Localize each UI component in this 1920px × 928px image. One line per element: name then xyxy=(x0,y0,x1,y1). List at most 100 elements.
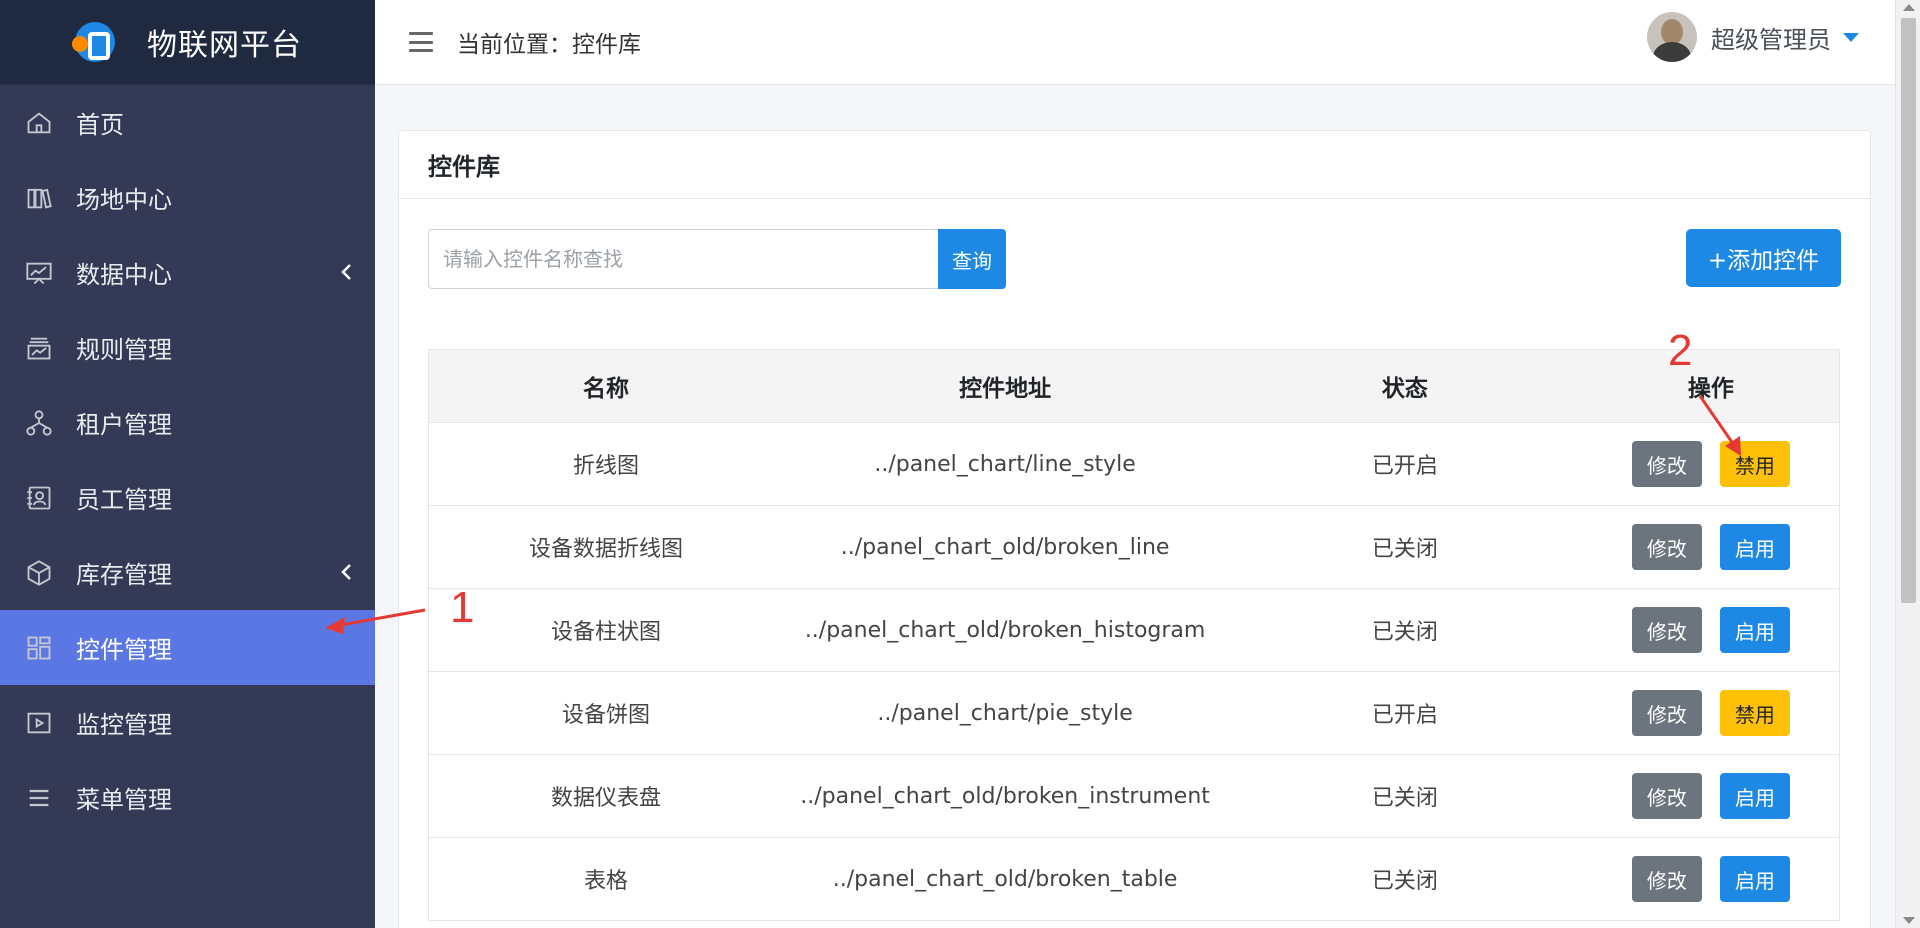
widget-address: ../panel_chart/pie_style xyxy=(783,671,1228,755)
sidebar-nav: 首页 场地中心 数据中心 规则管理 租户管理 员工管理 库存管理 控件管理 监控… xyxy=(0,85,375,835)
widget-status: 已关闭 xyxy=(1227,588,1583,672)
card-header: 控件库 xyxy=(399,131,1870,199)
row-actions: 修改 启用 xyxy=(1582,754,1840,838)
table-row: 表格 ../panel_chart_old/broken_table 已关闭 修… xyxy=(428,837,1840,921)
search-input[interactable] xyxy=(428,229,938,289)
edit-button[interactable]: 修改 xyxy=(1631,524,1702,570)
user-menu[interactable]: 超级管理员 xyxy=(1647,12,1859,62)
books-icon xyxy=(24,183,54,213)
card-title: 控件库 xyxy=(428,153,500,181)
play-box-icon xyxy=(24,708,54,738)
widget-name: 数据仪表盘 xyxy=(428,754,784,838)
enable-button[interactable]: 启用 xyxy=(1719,856,1790,902)
annotation-marker-2: 2 xyxy=(1668,326,1693,375)
sidebar-item-venue[interactable]: 场地中心 xyxy=(0,160,375,235)
caret-down-icon xyxy=(1843,32,1859,42)
table-row: 设备饼图 ../panel_chart/pie_style 已开启 修改 禁用 xyxy=(428,671,1840,755)
sidebar-item-label: 监控管理 xyxy=(76,711,172,739)
sidebar-item-label: 数据中心 xyxy=(76,261,172,289)
widget-status: 已关闭 xyxy=(1227,754,1583,838)
list-icon xyxy=(24,783,54,813)
org-tree-icon xyxy=(24,408,54,438)
sidebar-item-label: 首页 xyxy=(76,111,124,139)
brand-title: 物联网平台 xyxy=(147,28,302,63)
table-row: 设备柱状图 ../panel_chart_old/broken_histogra… xyxy=(428,588,1840,672)
edit-button[interactable]: 修改 xyxy=(1631,607,1702,653)
row-actions: 修改 禁用 xyxy=(1582,422,1840,506)
sidebar-item-label: 租户管理 xyxy=(76,411,172,439)
widget-table: 名称 控件地址 状态 操作 折线图 ../panel_chart/line_st… xyxy=(428,349,1840,921)
annotation-marker-1: 1 xyxy=(450,583,475,632)
widget-name: 设备数据折线图 xyxy=(428,505,784,589)
widget-address: ../panel_chart_old/broken_table xyxy=(783,837,1228,921)
sidebar-item-label: 库存管理 xyxy=(76,561,172,589)
top-header: 当前位置：控件库 超级管理员 xyxy=(375,0,1895,85)
sidebar-item-home[interactable]: 首页 xyxy=(0,85,375,160)
search-row: 查询 +添加控件 xyxy=(428,229,1841,289)
sidebar-item-tenants[interactable]: 租户管理 xyxy=(0,385,375,460)
sidebar-item-label: 场地中心 xyxy=(76,186,172,214)
widget-address: ../panel_chart/line_style xyxy=(783,422,1228,506)
enable-button[interactable]: 启用 xyxy=(1719,524,1790,570)
edit-button[interactable]: 修改 xyxy=(1631,441,1702,487)
chevron-left-icon xyxy=(341,264,351,280)
search-button[interactable]: 查询 xyxy=(938,229,1006,289)
sidebar-item-rules[interactable]: 规则管理 xyxy=(0,310,375,385)
row-actions: 修改 启用 xyxy=(1582,505,1840,589)
widget-name: 表格 xyxy=(428,837,784,921)
row-actions: 修改 禁用 xyxy=(1582,671,1840,755)
column-header-name: 名称 xyxy=(428,349,784,423)
widget-address: ../panel_chart_old/broken_line xyxy=(783,505,1228,589)
edit-button[interactable]: 修改 xyxy=(1631,773,1702,819)
widget-name: 设备饼图 xyxy=(428,671,784,755)
disable-button[interactable]: 禁用 xyxy=(1719,690,1790,736)
scrollbar-thumb[interactable] xyxy=(1901,18,1916,603)
enable-button[interactable]: 启用 xyxy=(1719,607,1790,653)
table-row: 数据仪表盘 ../panel_chart_old/broken_instrume… xyxy=(428,754,1840,838)
sidebar: 物联网平台 首页 场地中心 数据中心 规则管理 租户管理 员工管理 库存管理 控… xyxy=(0,0,375,928)
sidebar-item-label: 员工管理 xyxy=(76,486,172,514)
widget-address: ../panel_chart_old/broken_histogram xyxy=(783,588,1228,672)
scroll-down-arrow-icon[interactable] xyxy=(1903,917,1915,924)
row-actions: 修改 启用 xyxy=(1582,837,1840,921)
sidebar-item-menus[interactable]: 菜单管理 xyxy=(0,760,375,835)
contact-card-icon xyxy=(24,483,54,513)
scroll-up-arrow-icon[interactable] xyxy=(1903,4,1915,11)
cube-icon xyxy=(24,558,54,588)
grid-icon xyxy=(24,633,54,663)
column-header-status: 状态 xyxy=(1227,349,1583,423)
widget-status: 已开启 xyxy=(1227,671,1583,755)
sidebar-item-label: 菜单管理 xyxy=(76,786,172,814)
chart-board-icon xyxy=(24,258,54,288)
user-name: 超级管理员 xyxy=(1711,25,1831,54)
sidebar-item-label: 控件管理 xyxy=(76,636,172,664)
avatar xyxy=(1647,12,1697,62)
sidebar-item-inventory[interactable]: 库存管理 xyxy=(0,535,375,610)
widget-name: 折线图 xyxy=(428,422,784,506)
sidebar-item-data[interactable]: 数据中心 xyxy=(0,235,375,310)
sidebar-item-widgets[interactable]: 控件管理 xyxy=(0,610,375,685)
sidebar-item-monitor[interactable]: 监控管理 xyxy=(0,685,375,760)
widget-name: 设备柱状图 xyxy=(428,588,784,672)
edit-button[interactable]: 修改 xyxy=(1631,690,1702,736)
widget-status: 已关闭 xyxy=(1227,505,1583,589)
sidebar-item-staff[interactable]: 员工管理 xyxy=(0,460,375,535)
widget-status: 已开启 xyxy=(1227,422,1583,506)
page-scrollbar[interactable] xyxy=(1895,0,1920,928)
edit-button[interactable]: 修改 xyxy=(1631,856,1702,902)
enable-button[interactable]: 启用 xyxy=(1719,773,1790,819)
column-header-address: 控件地址 xyxy=(783,349,1228,423)
sidebar-item-label: 规则管理 xyxy=(76,336,172,364)
table-row: 折线图 ../panel_chart/line_style 已开启 修改 禁用 xyxy=(428,422,1840,506)
add-widget-button[interactable]: +添加控件 xyxy=(1686,229,1841,287)
row-actions: 修改 启用 xyxy=(1582,588,1840,672)
disable-button[interactable]: 禁用 xyxy=(1719,441,1790,487)
chevron-left-icon xyxy=(341,564,351,580)
platform-logo-icon xyxy=(72,22,115,62)
table-header-row: 名称 控件地址 状态 操作 xyxy=(428,349,1840,423)
brand[interactable]: 物联网平台 xyxy=(0,0,375,85)
home-icon xyxy=(24,108,54,138)
breadcrumb: 当前位置：控件库 xyxy=(457,32,641,58)
menu-toggle-icon[interactable] xyxy=(409,32,433,52)
widget-library-card: 控件库 查询 +添加控件 名称 控件地址 状态 操作 折线图 ../panel_… xyxy=(398,130,1871,928)
